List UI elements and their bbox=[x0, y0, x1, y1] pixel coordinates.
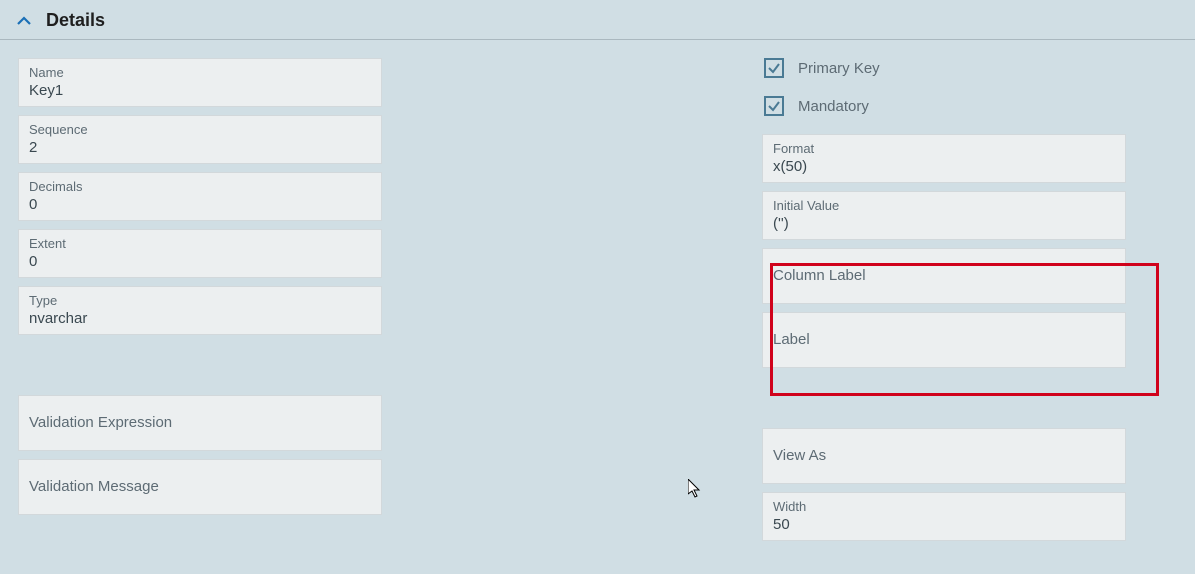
spacer bbox=[18, 343, 382, 387]
format-value: x(50) bbox=[773, 158, 1115, 175]
spacer bbox=[762, 376, 1126, 420]
panel-title: Details bbox=[46, 10, 105, 31]
collapse-chevron-icon[interactable] bbox=[16, 13, 32, 29]
right-column: Primary Key Mandatory Format x(50) Initi… bbox=[762, 58, 1126, 541]
view-as-field[interactable]: View As bbox=[762, 428, 1126, 484]
format-field[interactable]: Format x(50) bbox=[762, 134, 1126, 183]
validation-message-label: Validation Message bbox=[29, 478, 371, 495]
initial-value-field[interactable]: Initial Value ('') bbox=[762, 191, 1126, 240]
width-field[interactable]: Width 50 bbox=[762, 492, 1126, 541]
label-field-label: Label bbox=[773, 331, 1115, 348]
width-value: 50 bbox=[773, 516, 1115, 533]
extent-field[interactable]: Extent 0 bbox=[18, 229, 382, 278]
decimals-label: Decimals bbox=[29, 179, 371, 194]
initial-value-value: ('') bbox=[773, 215, 1115, 232]
sequence-label: Sequence bbox=[29, 122, 371, 137]
type-value: nvarchar bbox=[29, 310, 371, 327]
mandatory-checkbox[interactable] bbox=[764, 96, 784, 116]
mandatory-label: Mandatory bbox=[798, 98, 869, 115]
validation-expression-field[interactable]: Validation Expression bbox=[18, 395, 382, 451]
left-column: Name Key1 Sequence 2 Decimals 0 Extent 0… bbox=[18, 58, 382, 541]
extent-label: Extent bbox=[29, 236, 371, 251]
format-label: Format bbox=[773, 141, 1115, 156]
check-icon bbox=[767, 99, 781, 113]
name-field[interactable]: Name Key1 bbox=[18, 58, 382, 107]
name-label: Name bbox=[29, 65, 371, 80]
check-icon bbox=[767, 61, 781, 75]
decimals-value: 0 bbox=[29, 196, 371, 213]
primary-key-checkbox-row[interactable]: Primary Key bbox=[762, 58, 1126, 78]
type-field[interactable]: Type nvarchar bbox=[18, 286, 382, 335]
initial-value-label: Initial Value bbox=[773, 198, 1115, 213]
sequence-value: 2 bbox=[29, 139, 371, 156]
view-as-label: View As bbox=[773, 447, 1115, 464]
type-label: Type bbox=[29, 293, 371, 308]
decimals-field[interactable]: Decimals 0 bbox=[18, 172, 382, 221]
validation-message-field[interactable]: Validation Message bbox=[18, 459, 382, 515]
extent-value: 0 bbox=[29, 253, 371, 270]
width-label: Width bbox=[773, 499, 1115, 514]
details-header: Details bbox=[0, 0, 1195, 39]
validation-expression-label: Validation Expression bbox=[29, 414, 371, 431]
details-content: Name Key1 Sequence 2 Decimals 0 Extent 0… bbox=[0, 40, 1195, 561]
mandatory-checkbox-row[interactable]: Mandatory bbox=[762, 96, 1126, 116]
primary-key-label: Primary Key bbox=[798, 60, 880, 77]
column-label-label: Column Label bbox=[773, 267, 1115, 284]
sequence-field[interactable]: Sequence 2 bbox=[18, 115, 382, 164]
primary-key-checkbox[interactable] bbox=[764, 58, 784, 78]
name-value: Key1 bbox=[29, 82, 371, 99]
label-field[interactable]: Label bbox=[762, 312, 1126, 368]
column-label-field[interactable]: Column Label bbox=[762, 248, 1126, 304]
